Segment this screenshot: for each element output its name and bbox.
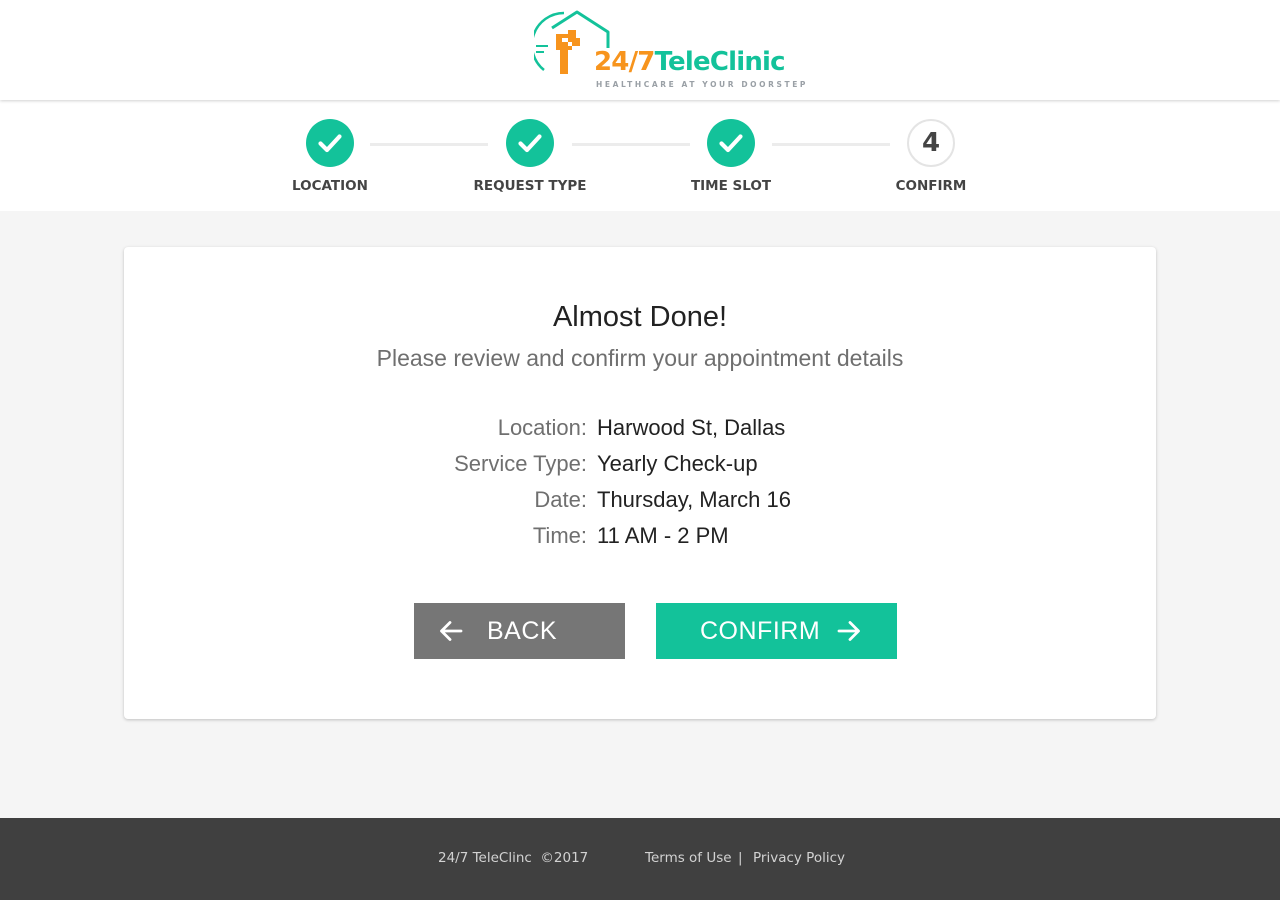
page-subtitle: Please review and confirm your appointme… xyxy=(376,345,904,371)
detail-key: Service Type: xyxy=(454,451,587,476)
confirmation-card: Almost Done! Please review and confirm y… xyxy=(124,247,1156,719)
confirm-button[interactable]: CONFIRM xyxy=(656,603,897,659)
footer-separator: | xyxy=(738,850,743,866)
step-connector xyxy=(370,143,488,146)
confirm-button-label: CONFIRM xyxy=(700,617,821,645)
logo-wordmark: 24/7TeleClinic xyxy=(594,47,786,77)
logo-tagline: HEALTHCARE AT YOUR DOORSTEP xyxy=(596,80,809,89)
site-footer: 24/7 TeleClinc ©2017 Terms of Use | Priv… xyxy=(0,818,1280,900)
step-label-confirm: CONFIRM xyxy=(895,178,967,194)
check-icon xyxy=(719,134,743,153)
appointment-details: Location: Harwood St, Dallas Service Typ… xyxy=(124,410,1156,554)
step-number-badge: 4 xyxy=(907,119,955,167)
detail-value: Harwood St, Dallas xyxy=(597,415,786,440)
page-title: Almost Done! xyxy=(552,301,728,333)
step-connector xyxy=(772,143,890,146)
step-label-request-type: REQUEST TYPE xyxy=(473,178,587,194)
detail-key: Location: xyxy=(497,415,587,440)
back-button-label: BACK xyxy=(487,617,558,645)
arrow-right-icon xyxy=(837,621,860,641)
detail-row-location: Location: Harwood St, Dallas xyxy=(124,410,1156,446)
arrow-left-icon xyxy=(440,621,463,641)
logo-name-teleclinic: TeleClinic xyxy=(654,47,786,77)
detail-value: Yearly Check-up xyxy=(597,451,758,476)
step-complete-badge xyxy=(306,119,354,167)
footer-copyright: 24/7 TeleClinc ©2017 xyxy=(438,850,589,866)
detail-row-date: Date: Thursday, March 16 xyxy=(124,482,1156,518)
privacy-policy-link[interactable]: Privacy Policy xyxy=(753,849,845,867)
detail-key: Date: xyxy=(534,487,587,512)
logo-name-247: 24/7 xyxy=(594,47,655,77)
detail-value: Thursday, March 16 xyxy=(597,487,792,512)
progress-stepper: LOCATION REQUEST TYPE TIME SLOT 4 CONFIR… xyxy=(0,100,1280,211)
step-complete-badge xyxy=(707,119,755,167)
detail-key: Time: xyxy=(532,523,587,548)
detail-row-time: Time: 11 AM - 2 PM xyxy=(124,518,1156,554)
step-complete-badge xyxy=(506,119,554,167)
step-label-time-slot: TIME SLOT xyxy=(690,178,772,194)
terms-of-use-link[interactable]: Terms of Use xyxy=(645,849,732,867)
step-label-location: LOCATION xyxy=(292,178,368,194)
teleclinic-logo[interactable]: 24/7TeleClinic HEALTHCARE AT YOUR DOORST… xyxy=(534,8,805,92)
check-icon xyxy=(518,134,542,153)
detail-row-service-type: Service Type: Yearly Check-up xyxy=(124,446,1156,482)
step-connector xyxy=(572,143,690,146)
detail-value: 11 AM - 2 PM xyxy=(597,523,729,548)
site-header: 24/7TeleClinic HEALTHCARE AT YOUR DOORST… xyxy=(0,0,1280,100)
back-button[interactable]: BACK xyxy=(414,603,625,659)
check-icon xyxy=(318,134,342,153)
